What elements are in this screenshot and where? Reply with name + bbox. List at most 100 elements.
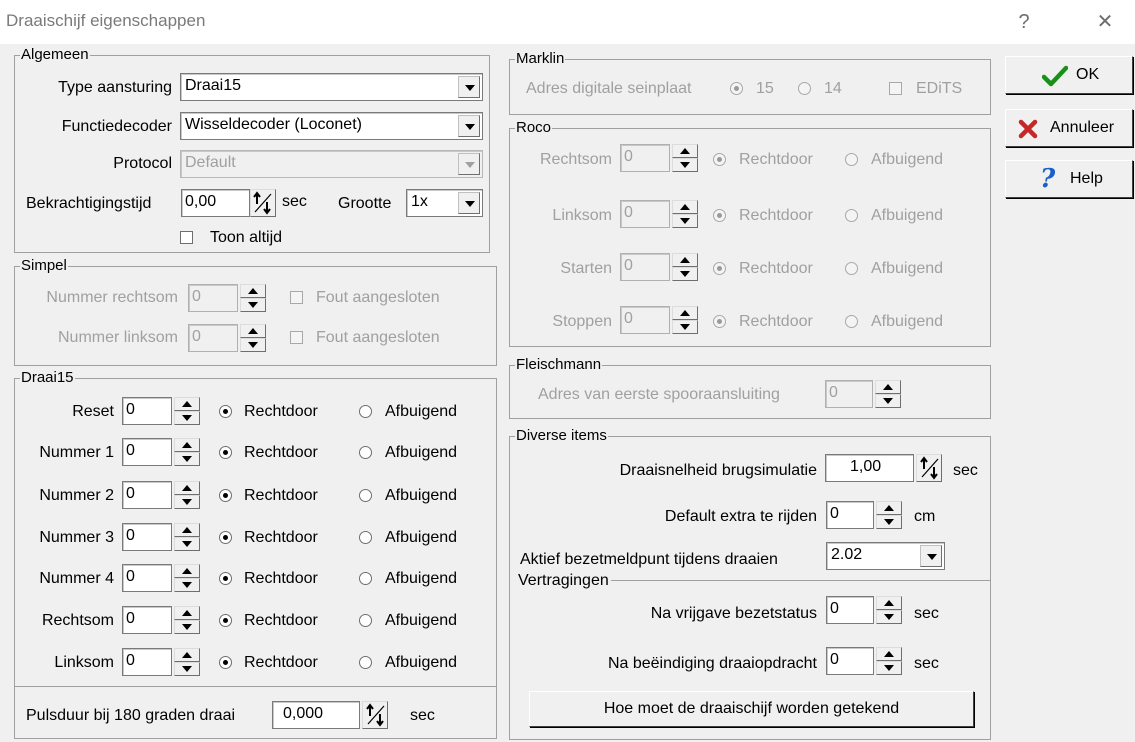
grootte-select[interactable]: 1x — [406, 189, 483, 217]
spin-down-icon[interactable] — [174, 537, 200, 551]
spin-up-icon[interactable] — [174, 438, 200, 452]
draai15-nummer-2-rechtdoor-radio[interactable] — [219, 489, 232, 502]
draai15-nummer-3-spinner[interactable]: 0 — [122, 523, 202, 551]
spin-down-icon[interactable] — [174, 452, 200, 466]
nummer-linksom-spinner[interactable]: 0 — [188, 324, 268, 352]
rechtsom-fout-checkbox[interactable] — [290, 291, 303, 304]
spin-down-icon[interactable] — [876, 515, 902, 529]
extra-rijden-spinner[interactable]: 0 — [826, 501, 904, 529]
spin-up-icon[interactable] — [876, 647, 902, 661]
spin-down-icon[interactable] — [174, 662, 200, 676]
spin-up-icon[interactable] — [240, 324, 266, 338]
spin-up-icon[interactable] — [174, 481, 200, 495]
pulsduur-spinner[interactable]: 0,000 — [272, 701, 390, 729]
spin-up-icon[interactable] — [672, 306, 698, 320]
draai15-nummer-4-afbuigend-radio[interactable] — [359, 572, 372, 585]
nummer-rechtsom-spinner[interactable]: 0 — [188, 284, 268, 312]
roco-stoppen-spinner[interactable]: 0 — [620, 306, 700, 334]
functiedecoder-select[interactable]: Wisseldecoder (Loconet) — [180, 112, 483, 140]
spin-down-icon[interactable] — [672, 267, 698, 281]
spin-updown-icon[interactable] — [916, 454, 942, 482]
spin-down-icon[interactable] — [174, 578, 200, 592]
roco-stoppen-afbuigend-radio[interactable] — [845, 315, 858, 328]
aktief-bezetmeldpunt-select[interactable]: 2.02 — [826, 542, 945, 570]
spin-updown-icon[interactable] — [250, 189, 276, 217]
draai15-nummer-4-spinner[interactable]: 0 — [122, 564, 202, 592]
draaisnelheid-spinner[interactable]: 1,00 — [825, 454, 944, 482]
help-button[interactable]: ? Help — [1005, 160, 1133, 198]
spin-up-icon[interactable] — [875, 380, 901, 394]
chevron-down-icon[interactable] — [920, 545, 942, 567]
spin-down-icon[interactable] — [876, 661, 902, 675]
protocol-select[interactable]: Default — [180, 150, 483, 178]
beeindiging-draaiopdracht-spinner[interactable]: 0 — [826, 647, 904, 675]
draai15-linksom-spinner[interactable]: 0 — [122, 648, 202, 676]
draai15-nummer-2-afbuigend-radio[interactable] — [359, 489, 372, 502]
teken-draaischijf-button[interactable]: Hoe moet de draaischijf worden getekend — [529, 691, 974, 727]
draai15-linksom-rechtdoor-radio[interactable] — [219, 656, 232, 669]
vrijgave-bezetstatus-spinner[interactable]: 0 — [826, 596, 904, 624]
help-title-button[interactable]: ? — [1004, 6, 1044, 38]
spin-up-icon[interactable] — [672, 253, 698, 267]
spin-updown-icon[interactable] — [362, 701, 388, 729]
ok-button[interactable]: OK — [1005, 56, 1133, 94]
chevron-down-icon[interactable] — [458, 192, 480, 214]
roco-rechtsom-rechtdoor-radio[interactable] — [713, 153, 726, 166]
draai15-nummer-3-afbuigend-radio[interactable] — [359, 531, 372, 544]
linksom-fout-checkbox[interactable] — [290, 331, 303, 344]
bekrachtigingstijd-spinner[interactable]: 0,00 — [181, 189, 276, 217]
draai15-linksom-afbuigend-radio[interactable] — [359, 656, 372, 669]
roco-stoppen-rechtdoor-radio[interactable] — [713, 315, 726, 328]
spin-down-icon[interactable] — [672, 320, 698, 334]
chevron-down-icon[interactable] — [458, 115, 480, 137]
marklin-14-radio[interactable] — [798, 82, 811, 95]
roco-linksom-afbuigend-radio[interactable] — [845, 209, 858, 222]
spin-down-icon[interactable] — [240, 338, 266, 352]
draai15-nummer-4-rechtdoor-radio[interactable] — [219, 572, 232, 585]
draai15-rechtsom-spinner[interactable]: 0 — [122, 606, 202, 634]
roco-rechtsom-afbuigend-radio[interactable] — [845, 153, 858, 166]
chevron-down-icon[interactable] — [458, 153, 480, 175]
chevron-down-icon[interactable] — [458, 76, 480, 98]
spin-down-icon[interactable] — [174, 620, 200, 634]
spin-up-icon[interactable] — [876, 596, 902, 610]
draai15-nummer-1-spinner[interactable]: 0 — [122, 438, 202, 466]
spin-down-icon[interactable] — [672, 214, 698, 228]
draai15-nummer-3-rechtdoor-radio[interactable] — [219, 531, 232, 544]
spin-down-icon[interactable] — [875, 394, 901, 408]
toon-altijd-checkbox[interactable] — [180, 231, 193, 244]
spin-down-icon[interactable] — [672, 158, 698, 172]
spin-up-icon[interactable] — [876, 501, 902, 515]
annuleer-button[interactable]: Annuleer — [1005, 109, 1133, 147]
spin-up-icon[interactable] — [672, 144, 698, 158]
spin-up-icon[interactable] — [174, 397, 200, 411]
draai15-nummer-2-spinner[interactable]: 0 — [122, 481, 202, 509]
spin-up-icon[interactable] — [672, 200, 698, 214]
draai15-nummer-1-afbuigend-radio[interactable] — [359, 446, 372, 459]
spin-up-icon[interactable] — [174, 564, 200, 578]
spin-up-icon[interactable] — [240, 284, 266, 298]
draai15-nummer-1-rechtdoor-radio[interactable] — [219, 446, 232, 459]
spin-down-icon[interactable] — [174, 411, 200, 425]
draai15-reset-spinner[interactable]: 0 — [122, 397, 202, 425]
roco-starten-rechtdoor-radio[interactable] — [713, 262, 726, 275]
roco-linksom-spinner[interactable]: 0 — [620, 200, 700, 228]
spin-down-icon[interactable] — [174, 495, 200, 509]
draai15-reset-rechtdoor-radio[interactable] — [219, 405, 232, 418]
spin-down-icon[interactable] — [240, 298, 266, 312]
spin-up-icon[interactable] — [174, 606, 200, 620]
marklin-15-radio[interactable] — [730, 82, 743, 95]
draai15-rechtsom-rechtdoor-radio[interactable] — [219, 614, 232, 627]
spin-down-icon[interactable] — [876, 610, 902, 624]
type-aansturing-select[interactable]: Draai15 — [180, 73, 483, 101]
edits-checkbox[interactable] — [889, 82, 902, 95]
draai15-reset-afbuigend-radio[interactable] — [359, 405, 372, 418]
roco-rechtsom-spinner[interactable]: 0 — [620, 144, 700, 172]
adres-spooraansluiting-spinner[interactable]: 0 — [825, 380, 903, 408]
roco-linksom-rechtdoor-radio[interactable] — [713, 209, 726, 222]
spin-up-icon[interactable] — [174, 523, 200, 537]
close-button[interactable]: ✕ — [1085, 6, 1125, 38]
roco-starten-afbuigend-radio[interactable] — [845, 262, 858, 275]
roco-starten-spinner[interactable]: 0 — [620, 253, 700, 281]
spin-up-icon[interactable] — [174, 648, 200, 662]
